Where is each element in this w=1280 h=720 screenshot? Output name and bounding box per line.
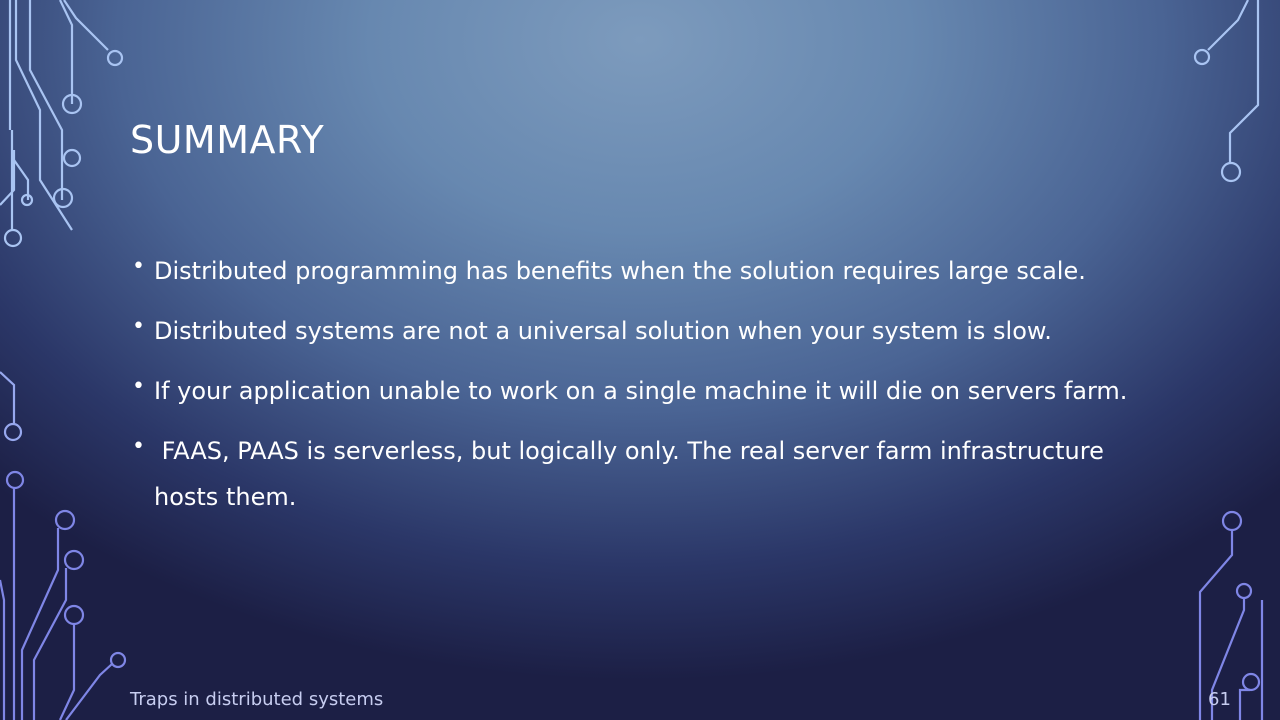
bullet-text: Distributed programming has benefits whe… bbox=[154, 257, 1086, 285]
circuit-left-bottom bbox=[0, 470, 127, 720]
bullet-dot-icon: • bbox=[132, 434, 145, 459]
bullet-item: • Distributed programming has benefits w… bbox=[130, 248, 1130, 294]
bullet-list: • Distributed programming has benefits w… bbox=[130, 248, 1130, 534]
bullet-dot-icon: • bbox=[132, 374, 145, 399]
bullet-dot-icon: • bbox=[132, 254, 145, 279]
bullet-text: If your application unable to work on a … bbox=[154, 377, 1128, 405]
circuit-left-top bbox=[0, 0, 124, 248]
bullet-dot-icon: • bbox=[132, 314, 145, 339]
circuit-left-middle bbox=[0, 371, 23, 442]
footer-presentation-title: Traps in distributed systems bbox=[130, 689, 384, 710]
bullet-item: • Distributed systems are not a universa… bbox=[130, 308, 1130, 354]
slide-number: 61 bbox=[1208, 689, 1231, 710]
bullet-text: Distributed systems are not a universal … bbox=[154, 317, 1052, 345]
circuit-right-top bbox=[1193, 0, 1260, 183]
slide: SUMMARY • Distributed programming has be… bbox=[0, 0, 1280, 720]
bullet-text: FAAS, PAAS is serverless, but logically … bbox=[154, 437, 1112, 511]
slide-title: SUMMARY bbox=[130, 118, 325, 162]
bullet-item: • If your application unable to work on … bbox=[130, 368, 1130, 414]
bullet-item: • FAAS, PAAS is serverless, but logicall… bbox=[130, 428, 1130, 520]
